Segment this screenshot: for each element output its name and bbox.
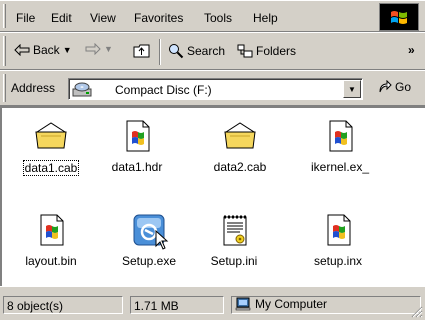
address-field[interactable]: Compact Disc (F:) ▼ xyxy=(68,78,363,100)
document-icon xyxy=(329,120,353,152)
cab-folder-icon xyxy=(224,122,256,149)
menubar-grip[interactable] xyxy=(3,4,6,28)
file-label: setup.inx xyxy=(313,254,363,268)
windows-flag-icon xyxy=(391,11,407,24)
standard-toolbar: Back ▼ ▼ Search Folders » xyxy=(0,32,425,70)
menu-bar: File Edit View Favorites Tools Help xyxy=(0,0,425,32)
back-button[interactable]: Back ▼ xyxy=(14,43,72,57)
ini-settings-icon xyxy=(223,215,247,246)
menu-favorites[interactable]: Favorites xyxy=(130,9,187,27)
search-icon xyxy=(169,44,184,59)
address-value: Compact Disc (F:) xyxy=(115,83,212,97)
file-item-ikernel-ex[interactable]: ikernel.ex_ xyxy=(298,118,382,174)
file-item-layout-bin[interactable]: layout.bin xyxy=(9,212,93,268)
status-object-count: 8 object(s) xyxy=(3,296,123,314)
file-label: Setup.ini xyxy=(210,254,258,268)
up-folder-icon xyxy=(133,44,150,58)
address-bar: Address Compact Disc (F:) ▼ Go xyxy=(0,70,425,106)
search-button[interactable]: Search xyxy=(168,43,225,59)
document-icon xyxy=(126,120,150,152)
file-label: data1.cab xyxy=(22,160,80,176)
back-arrow-icon xyxy=(14,44,30,56)
forward-dropdown-icon[interactable]: ▼ xyxy=(104,44,113,54)
cab-folder-icon xyxy=(35,122,67,149)
address-dropdown-button[interactable]: ▼ xyxy=(343,80,361,98)
forward-button[interactable]: ▼ xyxy=(85,43,113,55)
menu-view[interactable]: View xyxy=(86,9,120,27)
cd-drive-icon xyxy=(72,82,92,97)
file-item-setup-ini[interactable]: Setup.ini xyxy=(192,212,276,268)
my-computer-icon xyxy=(235,297,251,311)
status-bar: 8 object(s) 1.71 MB My Computer xyxy=(0,286,425,320)
file-item-data1-cab[interactable]: data1.cab xyxy=(9,118,93,176)
back-label: Back xyxy=(33,43,60,57)
file-list-pane[interactable]: data1.cab data1.hdr data2.cab ikernel.ex… xyxy=(0,106,425,286)
document-icon xyxy=(40,214,64,246)
document-icon xyxy=(327,214,351,246)
toolbar-overflow-button[interactable]: » xyxy=(408,43,415,57)
folders-icon xyxy=(237,44,253,58)
forward-arrow-icon xyxy=(85,43,101,55)
file-item-data2-cab[interactable]: data2.cab xyxy=(198,118,282,174)
toolbar-grip[interactable] xyxy=(3,36,6,66)
file-item-setup-exe[interactable]: Setup.exe xyxy=(107,212,191,268)
file-item-setup-inx[interactable]: setup.inx xyxy=(296,212,380,268)
file-label: Setup.exe xyxy=(121,254,177,268)
file-item-data1-hdr[interactable]: data1.hdr xyxy=(95,118,179,174)
menu-help[interactable]: Help xyxy=(249,9,282,27)
file-label: data1.hdr xyxy=(111,160,163,174)
menu-tools[interactable]: Tools xyxy=(200,9,236,27)
chevron-down-icon: ▼ xyxy=(348,84,356,94)
menu-file[interactable]: File xyxy=(12,9,39,27)
mouse-cursor-icon xyxy=(155,230,169,250)
folders-button[interactable]: Folders xyxy=(237,43,296,59)
windows-logo xyxy=(379,3,419,31)
menu-edit[interactable]: Edit xyxy=(47,9,76,27)
file-label: layout.bin xyxy=(25,254,77,268)
search-label: Search xyxy=(187,44,226,58)
folders-label: Folders xyxy=(256,44,297,58)
address-label: Address xyxy=(11,81,56,95)
toolbar-separator xyxy=(159,39,161,65)
resize-grip-icon[interactable] xyxy=(411,306,423,318)
status-location: My Computer xyxy=(255,297,328,311)
status-size: 1.71 MB xyxy=(130,296,224,314)
go-arrow-icon xyxy=(379,80,392,93)
go-label: Go xyxy=(395,80,412,94)
file-label: ikernel.ex_ xyxy=(310,160,370,174)
addressbar-grip[interactable] xyxy=(3,74,6,102)
go-button[interactable]: Go xyxy=(378,80,411,94)
file-label: data2.cab xyxy=(213,160,267,174)
back-dropdown-icon[interactable]: ▼ xyxy=(63,45,72,55)
up-folder-button[interactable] xyxy=(133,43,151,59)
status-zone: My Computer xyxy=(231,296,421,314)
